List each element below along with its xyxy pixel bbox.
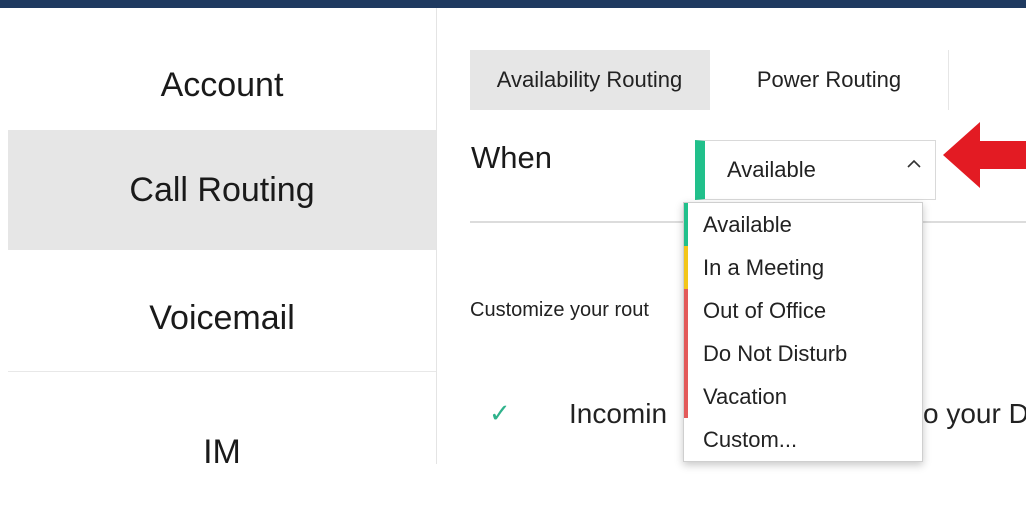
sidebar: Account Call Routing Voicemail IM <box>0 8 437 471</box>
option-vacation[interactable]: Vacation <box>684 375 922 418</box>
incoming-text-right: o your D <box>923 398 1026 429</box>
tab-availability-routing[interactable]: Availability Routing <box>470 50 710 110</box>
availability-dropdown[interactable]: Available In a Meeting Out of Office Do … <box>683 202 923 462</box>
option-out-of-office[interactable]: Out of Office <box>684 289 922 332</box>
tab-power-routing[interactable]: Power Routing <box>710 50 949 110</box>
incoming-text-left: Incomin <box>569 398 668 429</box>
chevron-up-icon <box>907 159 921 168</box>
top-bar <box>0 0 1026 8</box>
availability-select[interactable]: Available <box>695 140 936 200</box>
selected-availability: Available <box>727 157 816 182</box>
option-custom[interactable]: Custom... <box>684 418 922 461</box>
option-in-a-meeting[interactable]: In a Meeting <box>684 246 922 289</box>
option-available[interactable]: Available <box>684 203 922 246</box>
option-do-not-disturb[interactable]: Do Not Disturb <box>684 332 922 375</box>
sidebar-item-call-routing[interactable]: Call Routing <box>8 130 436 250</box>
when-label: When <box>471 140 552 175</box>
sidebar-item-im[interactable]: IM <box>8 372 436 512</box>
sidebar-item-account[interactable]: Account <box>8 40 436 130</box>
red-arrow-icon <box>943 122 1026 188</box>
routing-tabs: Availability Routing Power Routing <box>470 50 949 110</box>
customize-routing-text: Customize your rout <box>470 299 649 321</box>
check-icon: ✓ <box>489 398 511 428</box>
sidebar-item-voicemail[interactable]: Voicemail <box>8 266 436 372</box>
